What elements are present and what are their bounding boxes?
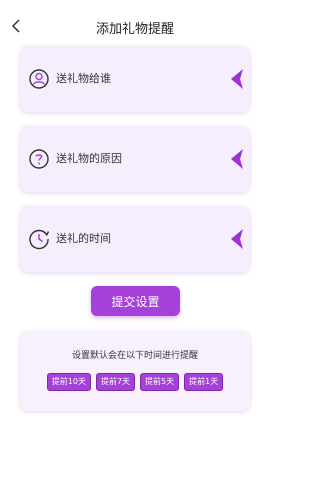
arrow-left-icon[interactable] — [230, 68, 244, 90]
reminder-option-5-days[interactable]: 提前5天 — [140, 373, 180, 391]
arrow-left-icon[interactable] — [230, 148, 244, 170]
card-label: 送礼物的原因 — [56, 152, 122, 165]
question-circle-icon — [29, 149, 49, 169]
card-recipient[interactable]: 送礼物给谁 — [20, 46, 250, 112]
reminder-option-7-days[interactable]: 提前7天 — [95, 373, 136, 391]
reminder-option-10-days[interactable]: 提前10天 — [46, 373, 91, 391]
card-reason[interactable]: 送礼物的原因 — [20, 126, 250, 192]
page-title: 添加礼物提醒 — [95, 22, 174, 37]
arrow-left-icon[interactable] — [230, 228, 244, 250]
card-label: 送礼物给谁 — [56, 72, 111, 85]
card-time[interactable]: 送礼的时间 — [20, 206, 250, 272]
clock-icon — [29, 229, 50, 250]
reminder-panel: 设置默认会在以下时间进行提醒 提前10天 提前7天 提前5天 提前1天 — [20, 331, 250, 411]
reminder-options: 提前10天 提前7天 提前5天 提前1天 — [20, 373, 250, 391]
person-circle-icon — [29, 69, 49, 89]
reminder-title: 设置默认会在以下时间进行提醒 — [71, 351, 198, 361]
reminder-option-1-day[interactable]: 提前1天 — [184, 373, 224, 391]
submit-button[interactable]: 提交设置 — [91, 286, 180, 316]
card-label: 送礼的时间 — [56, 232, 111, 245]
header: 添加礼物提醒 — [0, 0, 270, 44]
